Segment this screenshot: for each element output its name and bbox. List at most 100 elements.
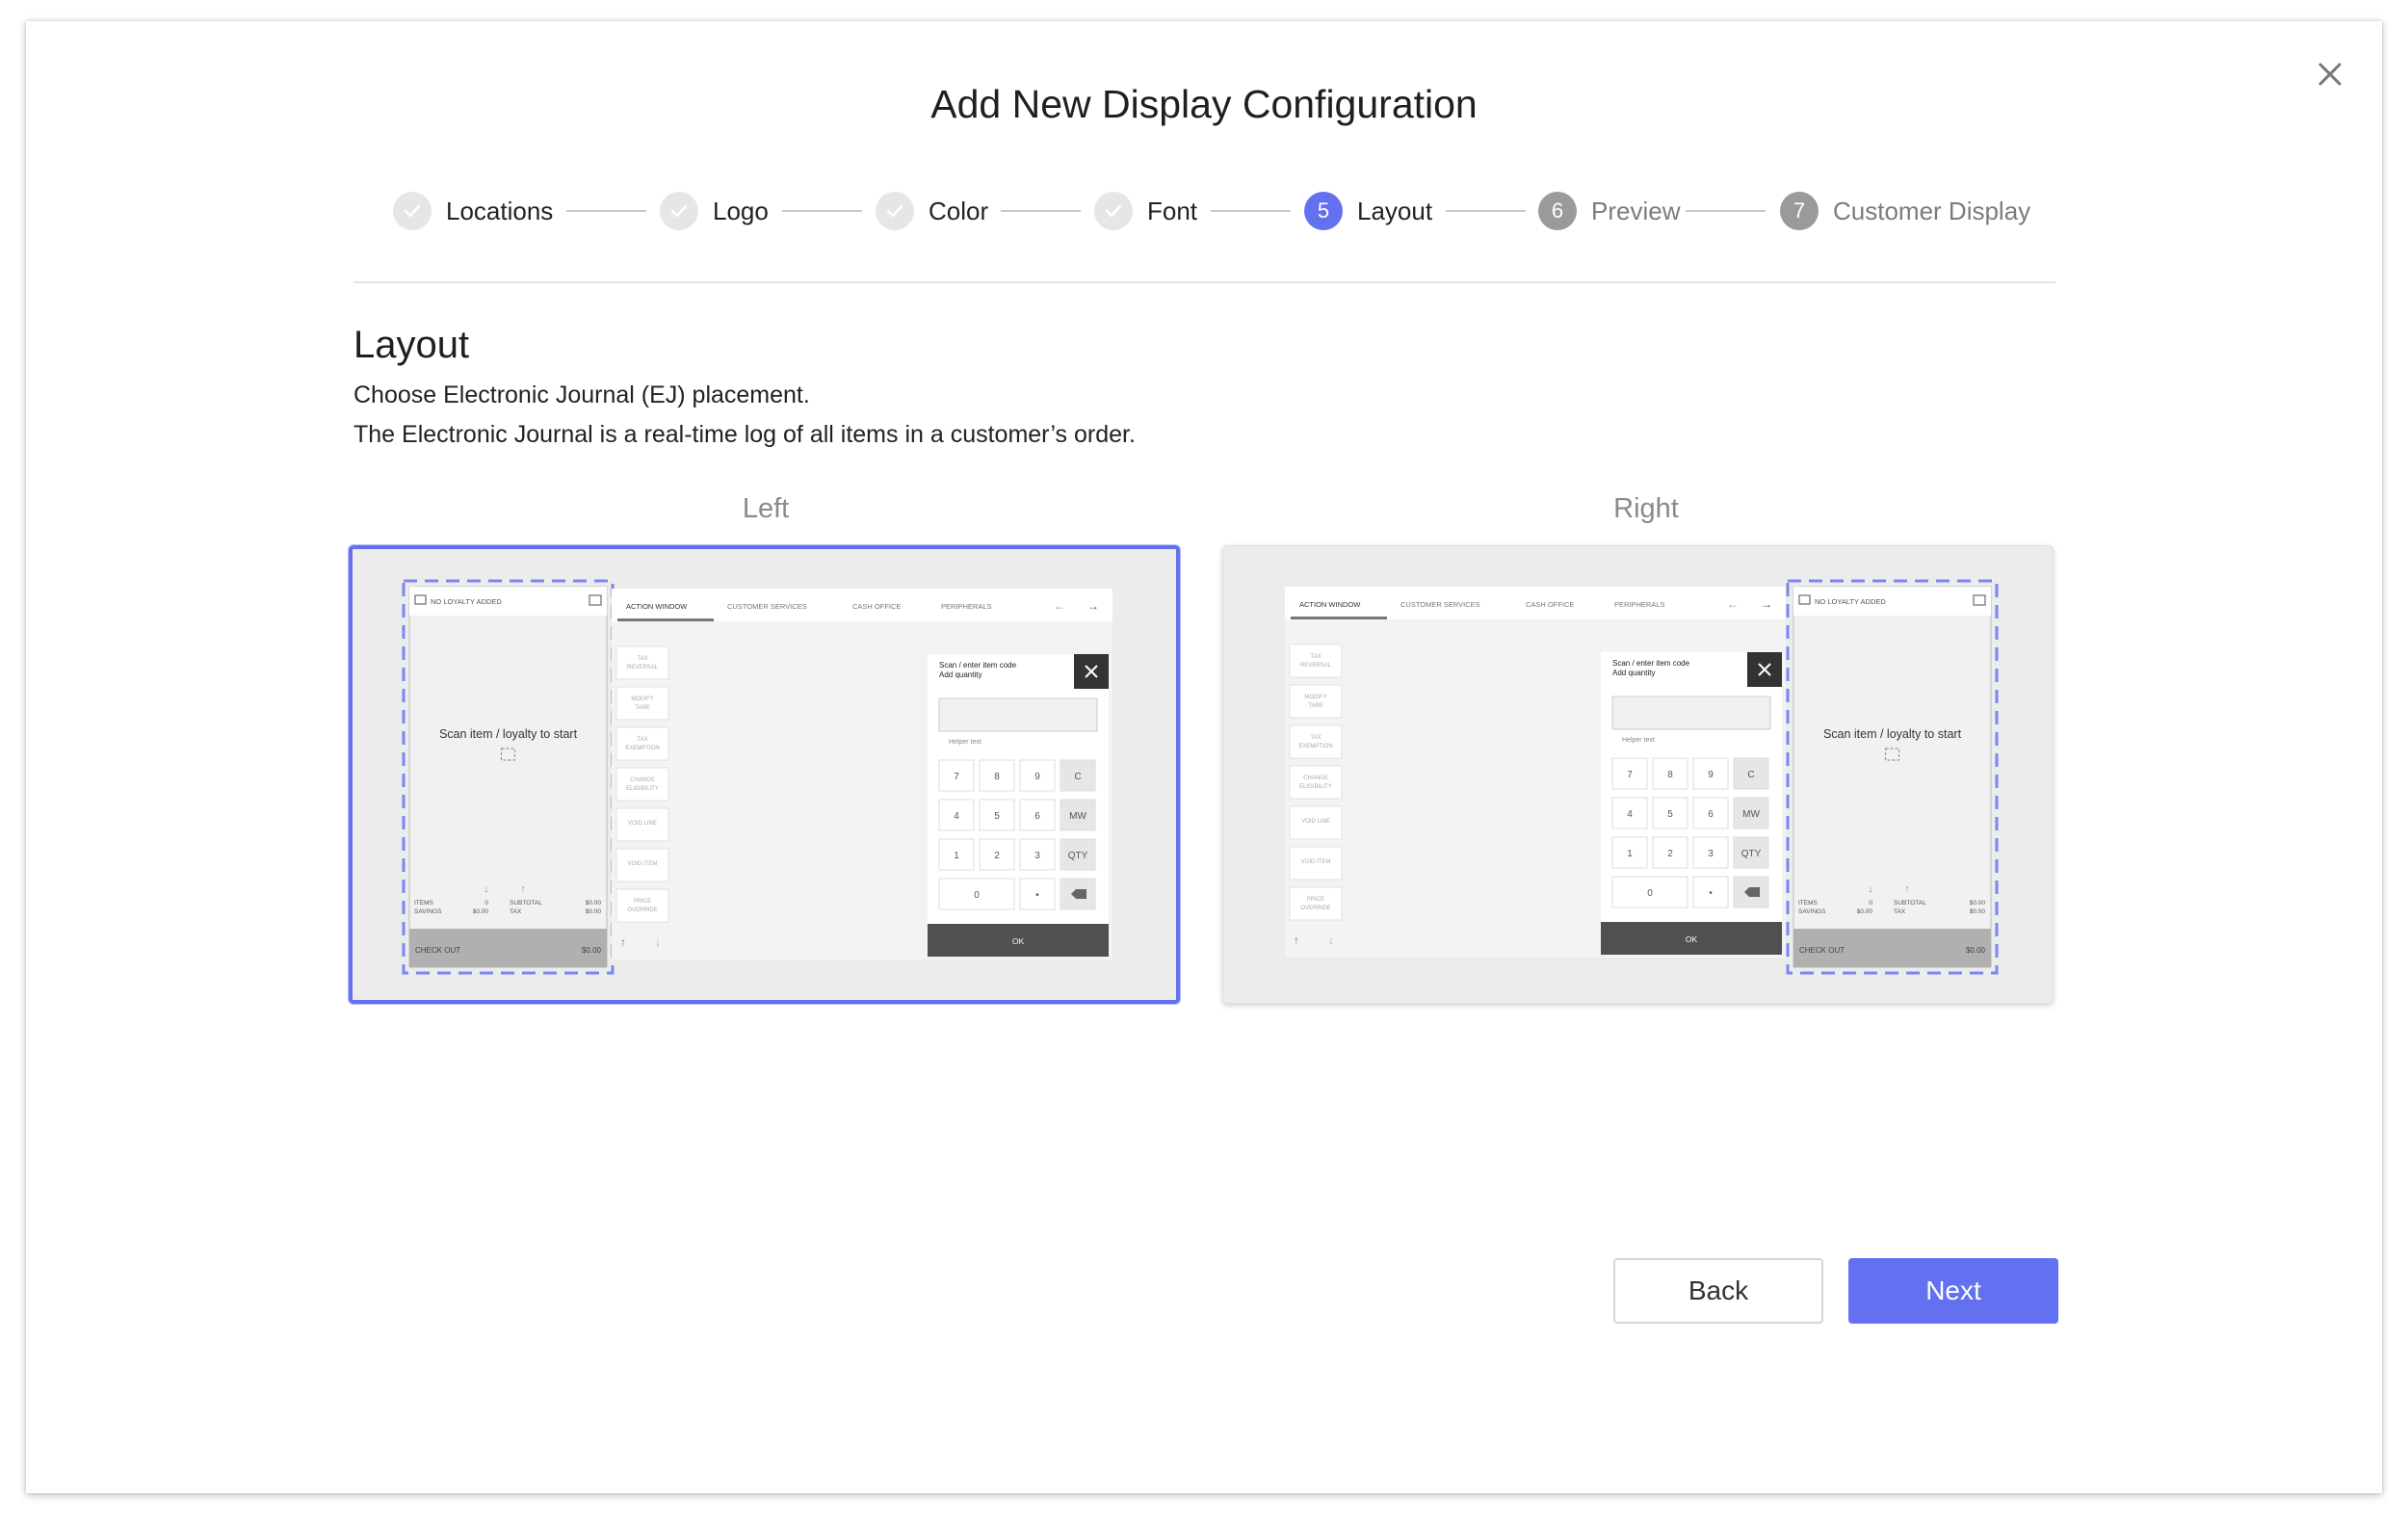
layout-option-left[interactable]: NO LOYALTY ADDED Scan item / loyalty to s… (349, 545, 1180, 1004)
check-icon (1094, 192, 1133, 230)
scroll-down-icon: ↓ (655, 935, 661, 949)
mock-text: $0.00 (586, 900, 602, 907)
checkout-label: CHECK OUT (415, 946, 460, 955)
active-tab-indicator (1291, 617, 1387, 619)
arrow-down-icon: ↓ (484, 883, 489, 895)
step-label: Customer Display (1833, 196, 2031, 225)
step-customer-display[interactable]: 7 Customer Display (1780, 189, 2030, 233)
mock-text: $0.00 (586, 908, 602, 915)
mock-text: 0 (974, 890, 980, 901)
scroll-up-icon: ↑ (620, 935, 626, 949)
ej-prompt: Scan item / loyalty to start (439, 727, 578, 741)
mock-text: MODIFY (1304, 695, 1326, 700)
step-label: Preview (1591, 196, 1681, 225)
mock-text: 0 (1647, 888, 1653, 899)
mock-text: 8 (994, 772, 1000, 782)
mock-text: SAVINGS (1798, 908, 1826, 915)
pos-tab: CUSTOMER SERVICES (1400, 600, 1480, 609)
ej-prompt: Scan item / loyalty to start (1823, 727, 1962, 741)
helper-text: Helper text (949, 739, 982, 746)
step-label: Layout (1357, 196, 1433, 225)
mock-text: CHANGE (1303, 776, 1328, 781)
mock-text: TAX (510, 908, 522, 915)
next-button[interactable]: Next (1848, 1258, 2058, 1324)
mock-text: 2 (1667, 849, 1673, 859)
mock-text: 8 (1667, 770, 1673, 780)
step-connector (1001, 210, 1081, 212)
keypad-input (1611, 696, 1771, 730)
step-label: Locations (446, 196, 554, 225)
check-icon (876, 192, 914, 230)
side-action-button (1289, 886, 1343, 921)
mock-text: ELIGIBILITY (626, 786, 659, 792)
mock-text: SUBTOTAL (510, 900, 542, 907)
step-connector (1211, 210, 1291, 212)
step-locations[interactable]: Locations (393, 189, 553, 233)
pos-tab: CASH OFFICE (852, 602, 901, 611)
step-label: Color (929, 196, 989, 225)
mock-text: $0.00 (473, 908, 489, 915)
mock-text: ITEMS (1798, 900, 1819, 907)
pos-screen-preview: ACTION WINDOW CUSTOMER SERVICES CASH OFFIC… (1285, 579, 1999, 975)
mock-text: 4 (1627, 809, 1633, 820)
step-color[interactable]: Color (876, 189, 988, 233)
step-layout[interactable]: 5 Layout (1304, 189, 1432, 233)
side-action-button (1289, 765, 1343, 800)
step-preview[interactable]: 6 Preview (1538, 189, 1680, 233)
divider (353, 281, 2055, 283)
mock-text: C (1074, 772, 1081, 782)
mock-text: OVERRIDE (627, 907, 657, 913)
arrow-down-icon: ↓ (1868, 883, 1873, 895)
mock-text: TAX (1310, 735, 1321, 741)
mock-text: 2 (994, 851, 1000, 861)
mock-text: 6 (1708, 809, 1714, 820)
helper-text: Helper text (1622, 737, 1655, 744)
layout-option-right[interactable]: ACTION WINDOW CUSTOMER SERVICES CASH OFFIC… (1222, 545, 2054, 1004)
ej-header-label: NO LOYALTY ADDED (1815, 597, 1886, 606)
step-connector (1686, 210, 1766, 212)
option-label-left: Left (742, 493, 790, 524)
pos-tab: CUSTOMER SERVICES (727, 602, 807, 611)
pos-screen-preview: NO LOYALTY ADDED Scan item / loyalty to s… (402, 579, 1112, 975)
mock-text: TAX (1310, 654, 1321, 660)
mock-text: REVERSAL (1300, 663, 1332, 669)
step-number: 5 (1304, 192, 1343, 230)
mock-text: 0 (1869, 900, 1872, 907)
arrow-right-icon: → (1761, 597, 1772, 611)
mock-text: 7 (954, 772, 959, 782)
side-action-button (1289, 724, 1343, 759)
keypad-subtitle: Add quantity (939, 670, 982, 679)
mock-text: EXEMPTION (1298, 744, 1332, 749)
mock-text: SAVINGS (414, 908, 442, 915)
mock-text: 1 (954, 851, 959, 861)
step-logo[interactable]: Logo (660, 189, 769, 233)
side-action-button (1289, 644, 1343, 678)
side-action-button (1289, 684, 1343, 719)
mock-text: TAX (1894, 908, 1906, 915)
checkout-label: CHECK OUT (1799, 946, 1845, 955)
option-label-right: Right (1613, 493, 1679, 524)
step-font[interactable]: Font (1094, 189, 1197, 233)
keypad-input (938, 697, 1098, 732)
mock-text: ITEMS (414, 900, 434, 907)
section-title: Layout (353, 324, 470, 366)
mock-text: TARE (1308, 703, 1323, 709)
ok-label: OK (1012, 936, 1025, 946)
mock-text: 9 (1034, 772, 1040, 782)
pos-mockup-left: NO LOYALTY ADDED Scan item / loyalty to s… (353, 549, 1176, 1000)
mock-text: ELIGIBILITY (1299, 784, 1332, 790)
step-label: Logo (713, 196, 769, 225)
mock-text: 7 (1627, 770, 1633, 780)
ej-header-label: NO LOYALTY ADDED (431, 597, 502, 606)
mock-text: TARE (635, 705, 650, 711)
side-action-button (615, 726, 669, 761)
mock-text: PRICE (1307, 897, 1324, 903)
ok-label: OK (1686, 934, 1698, 944)
mock-text: 3 (1034, 851, 1040, 861)
mock-text: TAX (637, 737, 647, 743)
mock-text: REVERSAL (627, 665, 659, 670)
scroll-up-icon: ↑ (1294, 933, 1299, 947)
back-button[interactable]: Back (1613, 1258, 1823, 1324)
mock-text: 4 (954, 811, 959, 822)
keypad-title: Scan / enter item code (939, 661, 1017, 670)
